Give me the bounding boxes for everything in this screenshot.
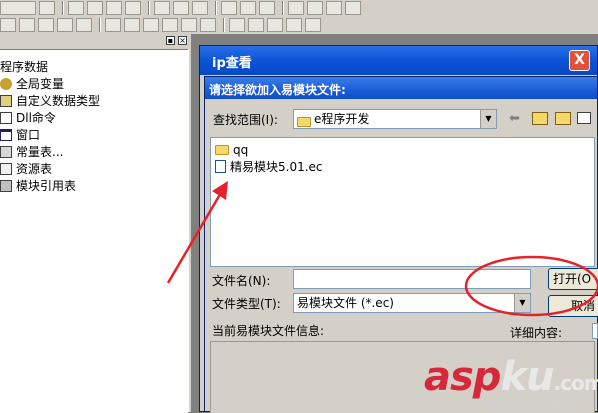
watermark-white: ku bbox=[500, 354, 554, 400]
watermark-red: asp bbox=[424, 354, 501, 400]
annotation-arrowhead bbox=[212, 181, 228, 200]
watermark-com: .com bbox=[553, 371, 598, 395]
annotation-circle bbox=[464, 255, 598, 317]
annotation-overlay bbox=[166, 181, 598, 317]
watermark-tagline: 免费网站源码下载站 bbox=[487, 400, 577, 411]
annotation-arrow-line bbox=[166, 190, 224, 284]
